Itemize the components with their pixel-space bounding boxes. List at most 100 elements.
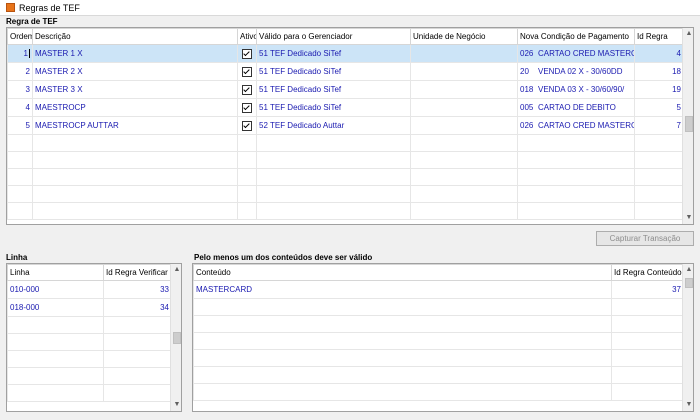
empty-cell <box>237 151 257 169</box>
ordem-cell: 2 <box>7 62 33 81</box>
conteudos-rows: MASTERCARD 37 <box>193 280 684 401</box>
empty-cell <box>634 151 684 169</box>
empty-cell <box>634 185 684 203</box>
empty-cell <box>256 168 411 186</box>
condicao-code: 026 <box>520 121 534 130</box>
window-title: Regras de TEF <box>19 3 80 13</box>
empty-cell <box>7 202 33 220</box>
empty-cell <box>32 168 238 186</box>
app-icon <box>6 3 15 12</box>
empty-cell <box>611 366 684 384</box>
empty-cell <box>7 134 33 152</box>
regra-scrollbar[interactable]: ▲ ▼ <box>682 28 693 224</box>
linha-grid[interactable]: Linha Id Regra Verificar 010-000 33 018-00… <box>6 263 182 412</box>
col-linha-header[interactable]: Linha <box>7 264 104 281</box>
empty-cell <box>7 333 104 351</box>
col-ordem-header[interactable]: Ordem <box>7 28 33 45</box>
empty-cell <box>193 315 612 333</box>
empty-row <box>193 332 684 350</box>
regra-rows: 1 MASTER 1 X 51 TEF Dedicado SiTef 026 CARTA… <box>7 44 684 220</box>
empty-row <box>7 316 172 334</box>
col-idregra-header[interactable]: Id Regra <box>634 28 684 45</box>
table-row[interactable]: MASTERCARD 37 <box>193 280 684 299</box>
empty-cell <box>103 333 172 351</box>
empty-cell <box>193 332 612 350</box>
col-idverificar-header[interactable]: Id Regra Verificar <box>103 264 172 281</box>
scroll-thumb[interactable] <box>685 278 693 288</box>
scroll-up-icon[interactable]: ▲ <box>685 266 693 274</box>
empty-cell <box>7 168 33 186</box>
idverificar-cell: 33 <box>103 280 172 299</box>
col-gerenciador-header[interactable]: Válido para o Gerenciador <box>256 28 411 45</box>
col-idconteudo-header[interactable]: Id Regra Conteúdo <box>611 264 684 281</box>
conteudos-grid[interactable]: Conteúdo Id Regra Conteúdo MASTERCARD 37 … <box>192 263 694 412</box>
descricao-cell: MASTER 3 X <box>32 80 238 99</box>
table-row[interactable]: 1 MASTER 1 X 51 TEF Dedicado SiTef 026 CARTA… <box>7 44 684 63</box>
gerenciador-cell: 52 TEF Dedicado Auttar <box>256 116 411 135</box>
scroll-thumb[interactable] <box>173 332 181 344</box>
condicao-code: 018 <box>520 85 534 94</box>
linha-scrollbar[interactable]: ▲ ▼ <box>170 264 181 411</box>
idconteudo-cell: 37 <box>611 280 684 299</box>
regra-header-row: Ordem Descrição Ativo Válido para o Gere… <box>7 28 684 45</box>
empty-row <box>7 384 172 402</box>
conteudos-scrollbar[interactable]: ▲ ▼ <box>682 264 693 411</box>
table-row[interactable]: 2 MASTER 2 X 51 TEF Dedicado SiTef 20 VENDA … <box>7 62 684 81</box>
text-caret <box>29 49 30 59</box>
ativo-cell <box>237 44 257 63</box>
ativo-cell <box>237 98 257 117</box>
scroll-thumb[interactable] <box>685 116 693 132</box>
unidade-cell <box>410 80 518 99</box>
capture-transaction-button[interactable]: Capturar Transação <box>596 231 694 246</box>
empty-cell <box>7 185 33 203</box>
regra-grid[interactable]: Ordem Descrição Ativo Válido para o Gere… <box>6 27 694 225</box>
gerenciador-cell: 51 TEF Dedicado SiTef <box>256 98 411 117</box>
empty-cell <box>410 134 518 152</box>
col-unidade-header[interactable]: Unidade de Negócio <box>410 28 518 45</box>
idregra-cell: 19 <box>634 80 684 99</box>
empty-cell <box>193 366 612 384</box>
table-row[interactable]: 018-000 34 <box>7 298 172 317</box>
col-descricao-header[interactable]: Descrição <box>32 28 238 45</box>
linha-table: Linha Id Regra Verificar 010-000 33 018-00… <box>7 264 172 402</box>
empty-cell <box>410 151 518 169</box>
col-ativo-header[interactable]: Ativo <box>237 28 257 45</box>
gerenciador-cell: 51 TEF Dedicado SiTef <box>256 80 411 99</box>
col-conteudo-header[interactable]: Conteúdo <box>193 264 612 281</box>
empty-row <box>7 185 684 203</box>
empty-cell <box>410 168 518 186</box>
idregra-cell: 7 <box>634 116 684 135</box>
table-row[interactable]: 5 MAESTROCP AUTTAR 52 TEF Dedicado Auttar 0… <box>7 116 684 135</box>
table-row[interactable]: 3 MASTER 3 X 51 TEF Dedicado SiTef 018 VENDA… <box>7 80 684 99</box>
table-row[interactable]: 010-000 33 <box>7 280 172 299</box>
col-condicao-header[interactable]: Nova Condição de Pagamento <box>517 28 635 45</box>
empty-cell <box>634 202 684 220</box>
condicao-desc: CARTAO DE DEBITO <box>538 103 616 112</box>
empty-row <box>193 366 684 384</box>
conteudos-section-title: Pelo menos um dos conteúdos deve ser vál… <box>194 253 373 262</box>
ativo-checkbox[interactable] <box>242 66 252 77</box>
title-bar: Regras de TEF <box>0 0 700 16</box>
descricao-cell: MAESTROCP <box>32 98 238 117</box>
idregra-cell: 5 <box>634 98 684 117</box>
empty-cell <box>611 332 684 350</box>
ativo-checkbox[interactable] <box>242 84 252 95</box>
gerenciador-cell: 51 TEF Dedicado SiTef <box>256 44 411 63</box>
scroll-down-icon[interactable]: ▼ <box>685 214 693 222</box>
ativo-cell <box>237 116 257 135</box>
regra-section-title: Regra de TEF <box>6 17 58 26</box>
empty-cell <box>193 349 612 367</box>
empty-cell <box>237 202 257 220</box>
scroll-down-icon[interactable]: ▼ <box>685 401 693 409</box>
scroll-down-icon[interactable]: ▼ <box>173 401 181 409</box>
ativo-checkbox[interactable] <box>242 48 252 59</box>
ordem-cell: 1 <box>7 44 33 63</box>
empty-row <box>7 333 172 351</box>
conteudos-table: Conteúdo Id Regra Conteúdo MASTERCARD 37 <box>193 264 684 401</box>
scroll-up-icon[interactable]: ▲ <box>685 30 693 38</box>
empty-row <box>7 202 684 220</box>
ativo-checkbox[interactable] <box>242 102 252 113</box>
ativo-checkbox[interactable] <box>242 120 252 131</box>
table-row[interactable]: 4 MAESTROCP 51 TEF Dedicado SiTef 005 CARTAO… <box>7 98 684 117</box>
scroll-up-icon[interactable]: ▲ <box>173 266 181 274</box>
